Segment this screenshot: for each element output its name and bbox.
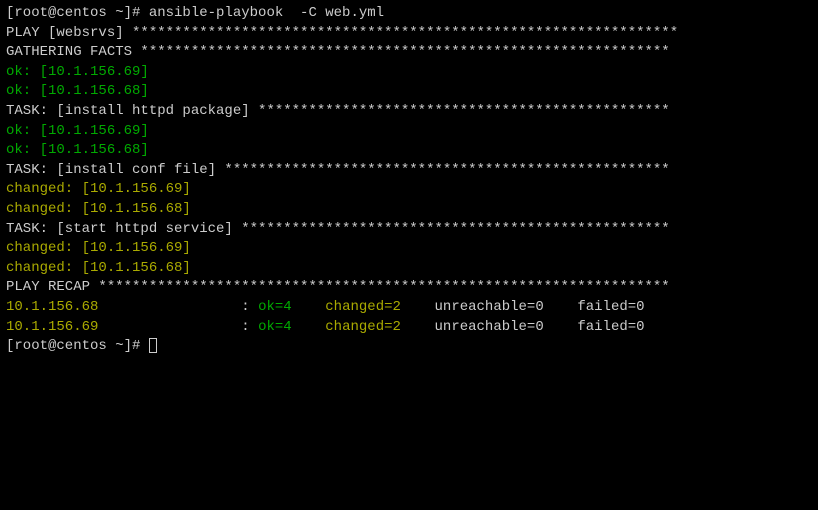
changed-host-line: changed: [10.1.156.69]: [6, 239, 812, 259]
recap-pad: [98, 319, 232, 335]
ok-host-line: ok: [10.1.156.68]: [6, 141, 812, 161]
ok-host-line: ok: [10.1.156.69]: [6, 122, 812, 142]
terminal-line-command: [root@centos ~]# ansible-playbook -C web…: [6, 4, 812, 24]
recap-colon: :: [233, 299, 258, 315]
task-header: TASK: [install conf file] **************…: [6, 161, 812, 181]
recap-failed: failed=0: [577, 299, 644, 315]
gathering-facts-header: GATHERING FACTS ************************…: [6, 43, 812, 63]
recap-sep: [645, 319, 670, 335]
recap-sep: [292, 319, 326, 335]
recap-changed: changed=2: [325, 299, 401, 315]
recap-ok: ok=4: [258, 319, 292, 335]
task-header: TASK: [install httpd package] **********…: [6, 102, 812, 122]
recap-unreachable: unreachable=0: [435, 299, 544, 315]
cursor-icon: [149, 338, 157, 353]
command-text: ansible-playbook -C web.yml: [149, 5, 384, 21]
recap-pad: [98, 299, 232, 315]
recap-ok: ok=4: [258, 299, 292, 315]
recap-row: 10.1.156.68 : ok=4 changed=2 unreachable…: [6, 298, 812, 318]
changed-host-line: changed: [10.1.156.68]: [6, 200, 812, 220]
recap-sep: [645, 299, 670, 315]
play-header: PLAY [websrvs] *************************…: [6, 24, 812, 44]
changed-host-line: changed: [10.1.156.69]: [6, 180, 812, 200]
recap-host: 10.1.156.69: [6, 319, 98, 335]
recap-sep: [401, 299, 435, 315]
recap-changed: changed=2: [325, 319, 401, 335]
prompt: [root@centos ~]#: [6, 338, 149, 354]
recap-sep: [401, 319, 435, 335]
recap-sep: [544, 299, 578, 315]
prompt: [root@centos ~]#: [6, 5, 149, 21]
recap-unreachable: unreachable=0: [435, 319, 544, 335]
recap-sep: [544, 319, 578, 335]
recap-failed: failed=0: [577, 319, 644, 335]
ok-host-line: ok: [10.1.156.69]: [6, 63, 812, 83]
recap-host: 10.1.156.68: [6, 299, 98, 315]
terminal-line-prompt[interactable]: [root@centos ~]#: [6, 337, 812, 357]
recap-sep: [292, 299, 326, 315]
task-header: TASK: [start httpd service] ************…: [6, 220, 812, 240]
recap-colon: :: [233, 319, 258, 335]
ok-host-line: ok: [10.1.156.68]: [6, 82, 812, 102]
recap-row: 10.1.156.69 : ok=4 changed=2 unreachable…: [6, 318, 812, 338]
changed-host-line: changed: [10.1.156.68]: [6, 259, 812, 279]
play-recap-header: PLAY RECAP *****************************…: [6, 278, 812, 298]
